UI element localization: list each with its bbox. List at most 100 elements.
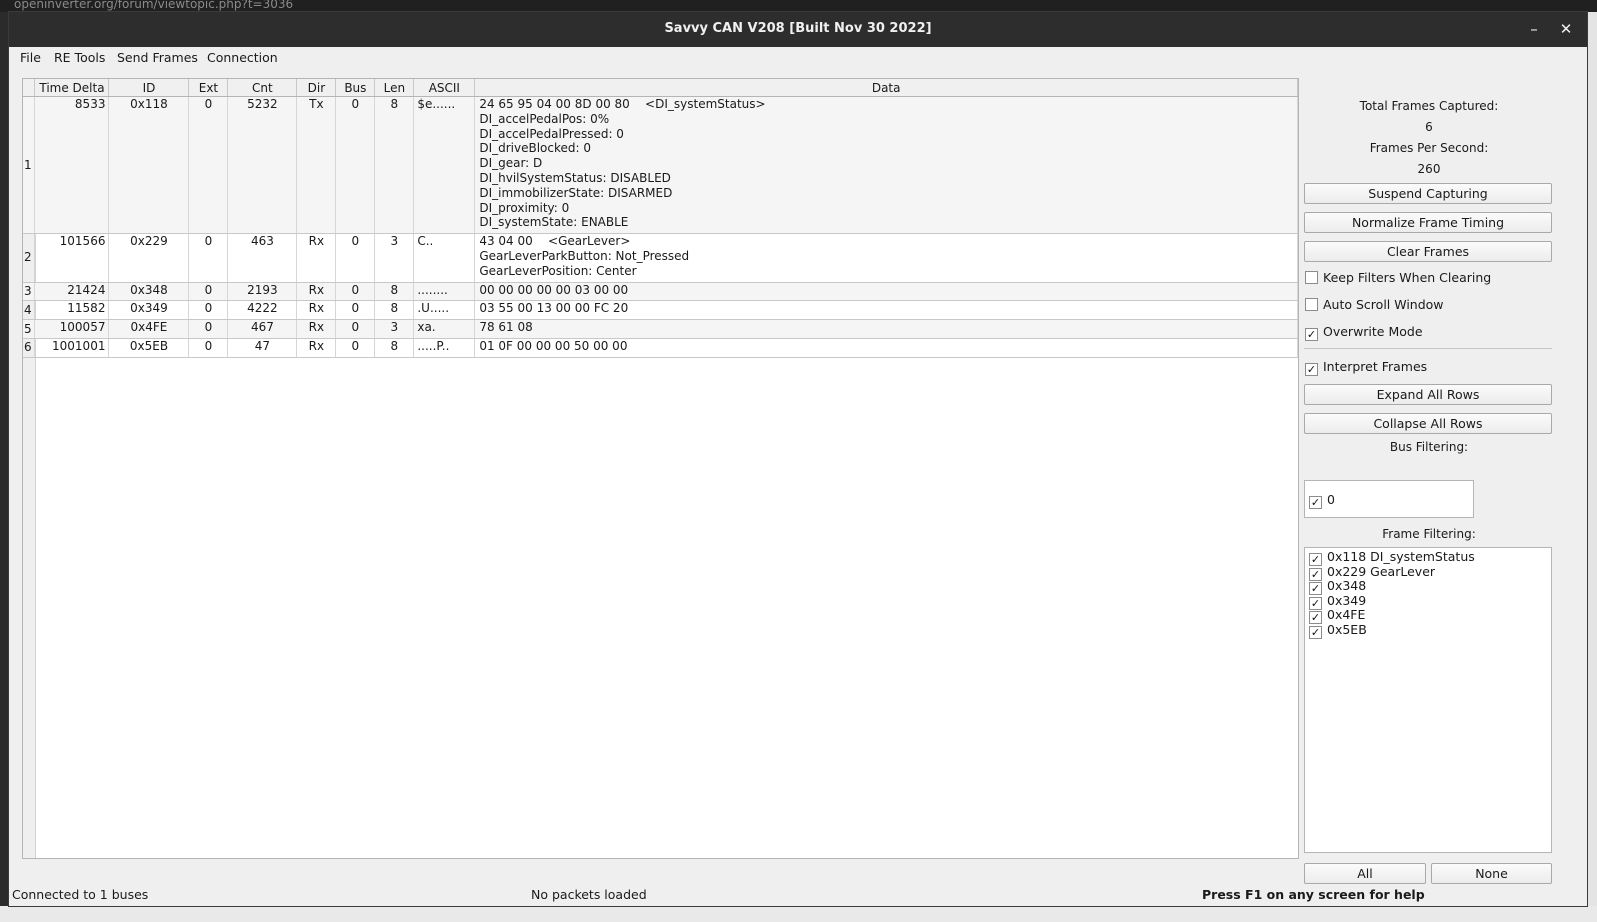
column-header-id[interactable]: ID [108, 79, 190, 97]
row-number[interactable]: 3 [23, 282, 36, 302]
cell-cnt: 4222 [227, 300, 298, 321]
data-line: 01 0F 00 00 00 50 00 00 [479, 338, 628, 353]
select-all-filters-button[interactable]: All [1304, 863, 1426, 884]
cell-id: 0x5EB [108, 338, 190, 358]
auto-scroll-box[interactable] [1305, 298, 1318, 311]
column-header-cnt[interactable]: Cnt [227, 79, 298, 97]
cell-ext: 0 [188, 338, 229, 358]
row-number[interactable]: 2 [23, 233, 36, 283]
frame-filter-item[interactable]: ✓ 0x349 [1309, 593, 1366, 610]
bus-filtering-label: Bus Filtering: [1389, 440, 1469, 454]
row-number[interactable]: 1 [23, 96, 36, 235]
window-title: Savvy CAN V208 [Built Nov 30 2022] [664, 21, 932, 36]
data-line: DI_immobilizerState: DISARMED [479, 185, 673, 200]
row-number[interactable]: 4 [23, 300, 36, 321]
cell-ascii: $e...... [413, 96, 476, 235]
table-row[interactable]: 3 21424 0x348 0 2193 Rx 0 8........ 00 00 00 00 … [23, 282, 1298, 302]
cell-id: 0x349 [108, 300, 190, 321]
cell-ascii: C.. [413, 233, 476, 283]
total-frames-value: 6 [1425, 120, 1433, 134]
cell-id: 0x118 [108, 96, 190, 235]
row-number[interactable]: 6 [23, 338, 36, 358]
cell-bus: 0 [335, 338, 376, 358]
data-line: 43 04 00 <GearLever> [479, 234, 631, 249]
cell-bus: 0 [335, 282, 376, 302]
interpret-frames-checkbox[interactable]: ✓ Interpret Frames [1305, 359, 1427, 376]
frame-filter-item[interactable]: ✓ 0x5EB [1309, 622, 1367, 639]
column-header-ascii[interactable]: ASCII [413, 79, 476, 97]
cell-ext: 0 [188, 233, 229, 283]
select-no-filters-button[interactable]: None [1431, 863, 1552, 884]
frame-filter-item[interactable]: ✓ 0x229 GearLever [1309, 564, 1435, 581]
keep-filters-box[interactable] [1305, 271, 1318, 284]
menu-connection[interactable]: Connection [207, 50, 278, 65]
bus-filter-item[interactable]: ✓ 0 [1309, 492, 1335, 509]
menu-send-frames[interactable]: Send Frames [117, 50, 198, 65]
data-line: DI_gear: D [479, 156, 543, 171]
cell-len: 3 [374, 319, 415, 339]
table-row[interactable]: 2 101566 0x229 0 463 Rx 0 3 C.. 43 04 00 <GearLev… [23, 233, 1298, 283]
clear-frames-button[interactable]: Clear Frames [1304, 241, 1552, 262]
cell-cnt: 5232 [227, 96, 298, 235]
data-line: 00 00 00 00 00 03 00 00 [479, 282, 629, 297]
cell-bus: 0 [335, 96, 376, 235]
cell-bus: 0 [335, 319, 376, 339]
minimize-icon[interactable]: – [1523, 18, 1545, 40]
cell-ascii: ........ [413, 282, 476, 302]
table-row[interactable]: 1 8533 0x118 0 5232 Tx 0 8 $e...... 24 65 95 04 0… [23, 96, 1298, 235]
frame-filter-item[interactable]: ✓ 0x4FE [1309, 607, 1365, 625]
overwrite-mode-checkbox[interactable]: ✓ Overwrite Mode [1305, 324, 1423, 341]
keep-filters-checkbox[interactable]: Keep Filters When Clearing [1305, 270, 1491, 286]
cell-time-delta: 1001001 [34, 338, 110, 358]
auto-scroll-checkbox[interactable]: Auto Scroll Window [1305, 297, 1444, 313]
collapse-all-rows-button[interactable]: Collapse All Rows [1304, 413, 1552, 434]
suspend-capturing-button[interactable]: Suspend Capturing [1304, 183, 1552, 204]
overwrite-mode-box[interactable]: ✓ [1305, 328, 1318, 341]
cell-cnt: 47 [227, 338, 298, 358]
cell-dir: Tx [296, 96, 337, 235]
column-header-time-delta[interactable]: Time Delta [34, 79, 110, 97]
frame-filter-checkbox[interactable]: ✓ [1309, 626, 1322, 639]
bus-filter-checkbox[interactable]: ✓ [1309, 496, 1322, 509]
table-row[interactable]: 5 100057 0x4FE 0 467 Rx 0 3 xa. 78 61 08 [23, 319, 1298, 339]
fps-value: 260 [1417, 162, 1441, 176]
cell-time-delta: 8533 [34, 96, 110, 235]
bus-filter-list[interactable]: ✓ 0 [1304, 480, 1474, 518]
frame-filter-label: 0x348 [1327, 578, 1367, 594]
row-number[interactable]: 5 [23, 319, 36, 339]
column-header-ext[interactable]: Ext [188, 79, 229, 97]
cell-len: 8 [374, 300, 415, 321]
cell-id: 0x229 [108, 233, 190, 283]
cell-bus: 0 [335, 300, 376, 321]
cell-cnt: 2193 [227, 282, 298, 302]
frame-filter-item[interactable]: ✓ 0x348 [1309, 578, 1367, 596]
header-corner[interactable] [23, 79, 36, 97]
cell-dir: Rx [296, 282, 337, 302]
table-header-row: Time Delta ID Ext Cnt Dir Bus Len ASCII … [23, 79, 1298, 97]
table-row[interactable]: 4 11582 0x349 0 4222 Rx 0 8 .U..... 03 55 00 13 0… [23, 300, 1298, 321]
title-bar[interactable]: Savvy CAN V208 [Built Nov 30 2022] – ✕ [9, 12, 1587, 47]
table-row[interactable]: 6 1001001 0x5EB 0 47 Rx 0 8 .....P.. 01 0F 00 00 … [23, 338, 1298, 358]
frame-filter-item[interactable]: ✓ 0x118 DI_systemStatus [1309, 549, 1475, 566]
cell-id: 0x348 [108, 282, 190, 302]
column-header-data[interactable]: Data [474, 79, 1298, 97]
frame-filter-label: 0x118 DI_systemStatus [1327, 549, 1475, 564]
frame-filter-list[interactable]: ✓ 0x118 DI_systemStatus ✓ 0x229 GearLever ✓ 0… [1304, 547, 1552, 853]
cell-cnt: 467 [227, 319, 298, 339]
data-line: DI_proximity: 0 [479, 200, 570, 215]
close-icon[interactable]: ✕ [1555, 18, 1577, 40]
frames-table-view[interactable]: Time Delta ID Ext Cnt Dir Bus Len ASCII … [22, 78, 1299, 859]
column-header-len[interactable]: Len [374, 79, 415, 97]
status-bar: Connected to 1 buses No packets loaded P… [9, 882, 1587, 904]
column-header-dir[interactable]: Dir [296, 79, 337, 97]
keep-filters-label: Keep Filters When Clearing [1323, 270, 1492, 285]
menu-file[interactable]: File [20, 50, 41, 65]
savvycan-main-window: Savvy CAN V208 [Built Nov 30 2022] – ✕ F… [8, 11, 1588, 907]
cell-id: 0x4FE [108, 319, 190, 339]
menu-re-tools[interactable]: RE Tools [54, 50, 105, 65]
interpret-frames-box[interactable]: ✓ [1305, 363, 1318, 376]
normalize-frame-timing-button[interactable]: Normalize Frame Timing [1304, 212, 1552, 233]
expand-all-rows-button[interactable]: Expand All Rows [1304, 384, 1552, 405]
data-line: DI_systemState: ENABLE [479, 215, 629, 230]
column-header-bus[interactable]: Bus [335, 79, 376, 97]
